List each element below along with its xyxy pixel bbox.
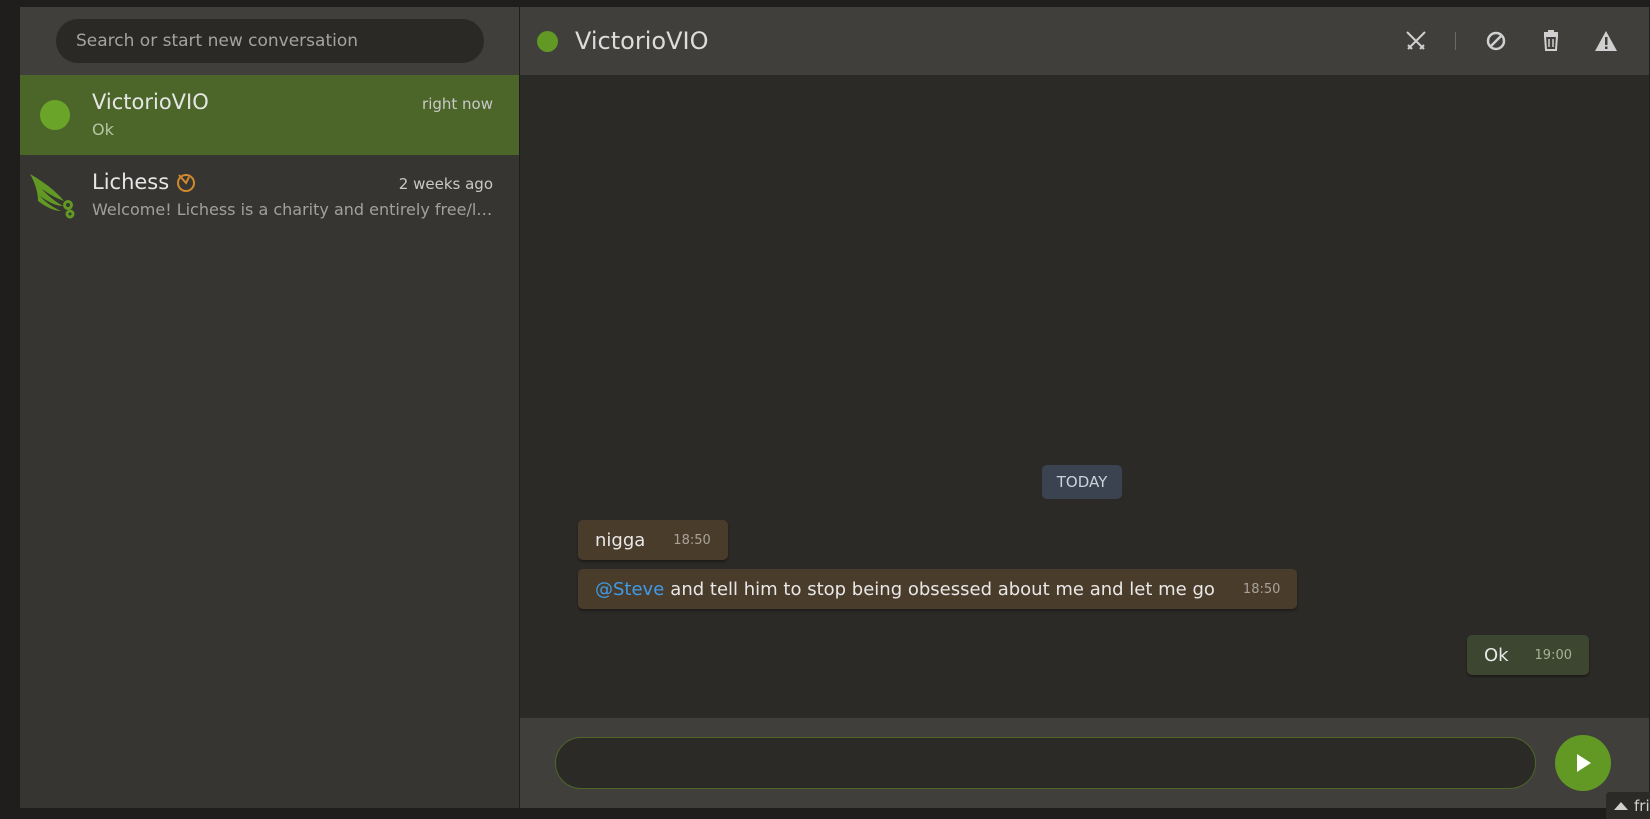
online-status-icon bbox=[537, 30, 558, 52]
message-bubble: @Steve and tell him to stop being obsess… bbox=[578, 569, 1298, 609]
challenge-button[interactable] bbox=[1399, 24, 1433, 58]
message-app: VictorioVIO right now Ok Lichess 2 w bbox=[20, 7, 1649, 808]
day-separator: TODAY bbox=[1042, 465, 1122, 499]
report-warning-icon bbox=[1595, 31, 1617, 51]
lichess-wings-logo-icon bbox=[30, 174, 75, 219]
contact-preview: Ok bbox=[92, 120, 114, 139]
message-text: nigga bbox=[595, 529, 646, 551]
conversation-sidebar: VictorioVIO right now Ok Lichess 2 w bbox=[20, 7, 520, 808]
actions-divider bbox=[1455, 32, 1456, 50]
message-time: 18:50 bbox=[673, 532, 711, 548]
sidebar-search-bar bbox=[20, 7, 519, 75]
patron-wings-icon bbox=[177, 174, 196, 192]
message-composer bbox=[520, 718, 1649, 808]
conversation-title[interactable]: VictorioVIO bbox=[575, 27, 708, 55]
message-list: TODAY nigga 18:50 @Steve and tell him to… bbox=[520, 75, 1649, 718]
contact-preview: Welcome! Lichess is a charity and entire… bbox=[92, 200, 493, 219]
block-button[interactable] bbox=[1479, 24, 1513, 58]
message-time: 19:00 bbox=[1534, 647, 1572, 663]
online-status-icon bbox=[40, 100, 70, 130]
contact-item-victoriovio[interactable]: VictorioVIO right now Ok bbox=[20, 75, 519, 155]
user-mention-link[interactable]: @Steve bbox=[595, 579, 664, 600]
report-button[interactable] bbox=[1589, 24, 1623, 58]
delete-button[interactable] bbox=[1534, 24, 1568, 58]
search-input[interactable] bbox=[56, 19, 484, 63]
trash-icon bbox=[1543, 30, 1559, 51]
contact-header-row: Lichess 2 weeks ago bbox=[92, 170, 493, 198]
contact-header-row: VictorioVIO right now bbox=[92, 90, 493, 118]
message-time: 18:50 bbox=[1242, 581, 1281, 597]
contact-name-wrap: Lichess bbox=[92, 170, 197, 194]
block-icon bbox=[1486, 31, 1506, 51]
contact-name: VictorioVIO bbox=[92, 90, 209, 114]
caret-up-icon bbox=[1614, 801, 1628, 810]
message-input[interactable] bbox=[555, 737, 1536, 789]
contact-item-lichess[interactable]: Lichess 2 weeks ago Welcome! Lichess is … bbox=[20, 155, 519, 235]
contact-name: Lichess bbox=[92, 170, 170, 194]
contact-time: 2 weeks ago bbox=[398, 175, 493, 193]
challenge-swords-icon bbox=[1406, 31, 1426, 50]
friends-panel-toggle[interactable]: friends bbox=[1606, 792, 1650, 819]
send-play-icon bbox=[1577, 754, 1591, 772]
message-text: Ok bbox=[1483, 644, 1509, 666]
conversation-panel: VictorioVIO TODAY nigga 18:50 @Steve and… bbox=[520, 7, 1649, 808]
message-text: and tell him to stop being obsessed abou… bbox=[670, 578, 1215, 600]
message-bubble-own: Ok 19:00 bbox=[1466, 635, 1589, 675]
send-button[interactable] bbox=[1555, 735, 1611, 791]
header-actions bbox=[1378, 7, 1623, 75]
message-bubble: nigga 18:50 bbox=[578, 520, 728, 560]
conversation-header: VictorioVIO bbox=[520, 7, 1649, 75]
friends-tab-label: friends bbox=[1634, 796, 1650, 815]
contact-time: right now bbox=[422, 95, 493, 113]
